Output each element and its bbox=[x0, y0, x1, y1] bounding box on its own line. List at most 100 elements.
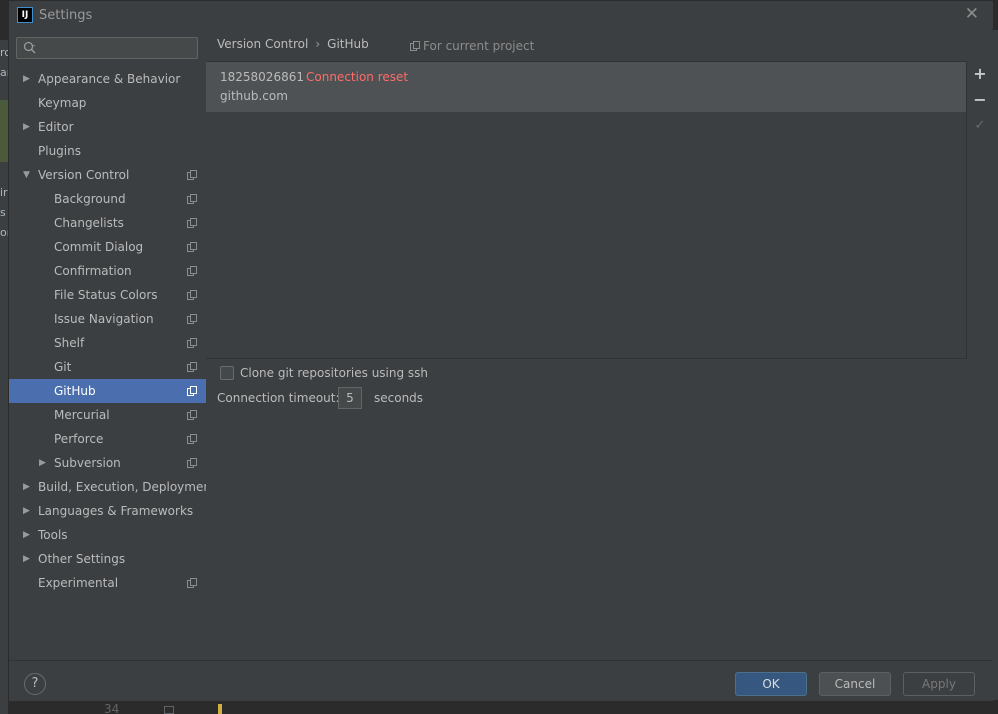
sidebar-item-label: GitHub bbox=[54, 384, 96, 398]
sidebar-item-github[interactable]: GitHub bbox=[9, 379, 206, 403]
sidebar-item-appearance-behavior[interactable]: ▶ Appearance & Behavior bbox=[9, 67, 206, 91]
sidebar-item-label: Shelf bbox=[54, 336, 85, 350]
chevron-right-icon[interactable]: ▶ bbox=[23, 115, 30, 139]
ide-text-fragment: ar bbox=[0, 66, 8, 79]
sidebar-item-label: Plugins bbox=[38, 144, 81, 158]
sidebar-item-git[interactable]: Git bbox=[9, 355, 206, 379]
sidebar-item-confirmation[interactable]: Confirmation bbox=[9, 259, 206, 283]
accounts-toolbar: + − ✓ bbox=[966, 61, 992, 359]
chevron-right-icon[interactable]: ▶ bbox=[23, 499, 30, 523]
sidebar-item-experimental[interactable]: Experimental bbox=[9, 571, 206, 595]
sidebar-item-label: Tools bbox=[38, 528, 68, 542]
sidebar-item-label: Git bbox=[54, 360, 72, 374]
search-icon bbox=[23, 41, 36, 54]
add-account-icon[interactable]: + bbox=[972, 66, 988, 82]
breadcrumb: Version Control › GitHub bbox=[217, 37, 369, 55]
account-error-status: Connection reset bbox=[306, 70, 409, 84]
github-settings-panel: Version Control › GitHub For current proje… bbox=[206, 29, 992, 660]
sidebar-item-build-execution-deployment[interactable]: ▶ Build, Execution, Deployment bbox=[9, 475, 216, 499]
ide-highlight bbox=[0, 100, 8, 162]
sidebar-item-version-control[interactable]: ▼ Version Control bbox=[9, 163, 206, 187]
ide-text-fragment: rc bbox=[0, 46, 8, 59]
intellij-app-icon: IJ bbox=[17, 7, 33, 23]
breadcrumb-separator: › bbox=[315, 37, 321, 51]
sidebar-item-other-settings[interactable]: ▶ Other Settings bbox=[9, 547, 206, 571]
sidebar-item-changelists[interactable]: Changelists bbox=[9, 211, 206, 235]
sidebar-item-label: Background bbox=[54, 192, 126, 206]
sidebar-item-editor[interactable]: ▶ Editor bbox=[9, 115, 206, 139]
project-level-icon bbox=[187, 458, 197, 468]
sidebar-item-label: File Status Colors bbox=[54, 288, 158, 302]
sidebar-item-label: Mercurial bbox=[54, 408, 110, 422]
sidebar-item-label: Commit Dialog bbox=[54, 240, 144, 254]
help-button[interactable]: ? bbox=[24, 673, 46, 695]
chevron-right-icon[interactable]: ▶ bbox=[39, 451, 46, 475]
project-level-icon bbox=[187, 266, 197, 276]
clone-ssh-label[interactable]: Clone git repositories using ssh bbox=[240, 366, 428, 380]
title-bar[interactable]: IJ Settings ✕ bbox=[9, 1, 993, 29]
project-level-icon bbox=[187, 386, 197, 396]
project-scope-icon bbox=[410, 41, 420, 51]
sidebar-item-label: Subversion bbox=[54, 456, 121, 470]
clone-ssh-checkbox[interactable] bbox=[220, 366, 234, 380]
chevron-right-icon[interactable]: ▶ bbox=[23, 523, 30, 547]
connection-timeout-input[interactable] bbox=[338, 387, 362, 409]
account-server: github.com bbox=[220, 89, 288, 103]
project-level-icon bbox=[187, 410, 197, 420]
sidebar-item-perforce[interactable]: Perforce bbox=[9, 427, 206, 451]
settings-sidebar: ▶ Appearance & Behavior Keymap ▶ Editor Plugi… bbox=[9, 29, 216, 660]
project-level-icon bbox=[187, 362, 197, 372]
ok-button[interactable]: OK bbox=[735, 672, 807, 696]
chevron-down-icon[interactable]: ▼ bbox=[23, 163, 30, 187]
settings-search[interactable] bbox=[16, 37, 198, 59]
account-username: 18258026861 bbox=[220, 70, 304, 84]
ide-text-fragment: or bbox=[0, 226, 8, 239]
sidebar-item-subversion[interactable]: ▶ Subversion bbox=[9, 451, 206, 475]
sidebar-item-background[interactable]: Background bbox=[9, 187, 206, 211]
search-input[interactable] bbox=[41, 40, 191, 56]
project-level-icon bbox=[187, 314, 197, 324]
ide-scroll-edge bbox=[992, 30, 998, 714]
set-default-account-icon[interactable]: ✓ bbox=[972, 118, 988, 134]
project-level-icon bbox=[187, 170, 197, 180]
remove-account-icon[interactable]: − bbox=[972, 92, 988, 108]
sidebar-item-languages-frameworks[interactable]: ▶ Languages & Frameworks bbox=[9, 499, 206, 523]
close-icon[interactable]: ✕ bbox=[965, 6, 979, 23]
scope-indicator: For current project bbox=[410, 39, 534, 53]
settings-tree: ▶ Appearance & Behavior Keymap ▶ Editor Plugi… bbox=[9, 67, 216, 595]
sidebar-item-label: Editor bbox=[38, 120, 74, 134]
breadcrumb-current: GitHub bbox=[327, 37, 369, 51]
project-level-icon bbox=[187, 434, 197, 444]
ide-line-number: 34 bbox=[104, 702, 120, 714]
project-level-icon bbox=[187, 578, 197, 588]
account-row[interactable]: 18258026861 Connection reset github.com bbox=[206, 62, 966, 112]
breadcrumb-parent[interactable]: Version Control bbox=[217, 37, 308, 51]
sidebar-item-tools[interactable]: ▶ Tools bbox=[9, 523, 206, 547]
sidebar-item-label: Confirmation bbox=[54, 264, 132, 278]
chevron-right-icon[interactable]: ▶ bbox=[23, 547, 30, 571]
sidebar-item-keymap[interactable]: Keymap bbox=[9, 91, 206, 115]
sidebar-item-label: Keymap bbox=[38, 96, 87, 110]
ide-editor-bottom bbox=[8, 700, 998, 714]
scope-label: For current project bbox=[423, 39, 535, 53]
sidebar-item-issue-navigation[interactable]: Issue Navigation bbox=[9, 307, 206, 331]
sidebar-item-commit-dialog[interactable]: Commit Dialog bbox=[9, 235, 206, 259]
chevron-right-icon[interactable]: ▶ bbox=[23, 67, 30, 91]
ide-text-fragment: s bbox=[0, 206, 6, 219]
connection-timeout-unit: seconds bbox=[374, 391, 424, 405]
project-level-icon bbox=[187, 218, 197, 228]
accounts-list: 18258026861 Connection reset github.com bbox=[206, 61, 966, 359]
ide-fold-icon bbox=[164, 706, 174, 714]
project-level-icon bbox=[187, 290, 197, 300]
sidebar-item-plugins[interactable]: Plugins bbox=[9, 139, 206, 163]
sidebar-item-file-status-colors[interactable]: File Status Colors bbox=[9, 283, 206, 307]
project-level-icon bbox=[187, 338, 197, 348]
sidebar-item-mercurial[interactable]: Mercurial bbox=[9, 403, 206, 427]
chevron-right-icon[interactable]: ▶ bbox=[23, 475, 30, 499]
sidebar-item-label: Changelists bbox=[54, 216, 124, 230]
settings-dialog: IJ Settings ✕ ▶ Appearance & Behavior Keym… bbox=[8, 0, 993, 701]
connection-timeout-label: Connection timeout: bbox=[217, 391, 340, 405]
sidebar-item-shelf[interactable]: Shelf bbox=[9, 331, 206, 355]
apply-button[interactable]: Apply bbox=[903, 672, 975, 696]
cancel-button[interactable]: Cancel bbox=[819, 672, 891, 696]
